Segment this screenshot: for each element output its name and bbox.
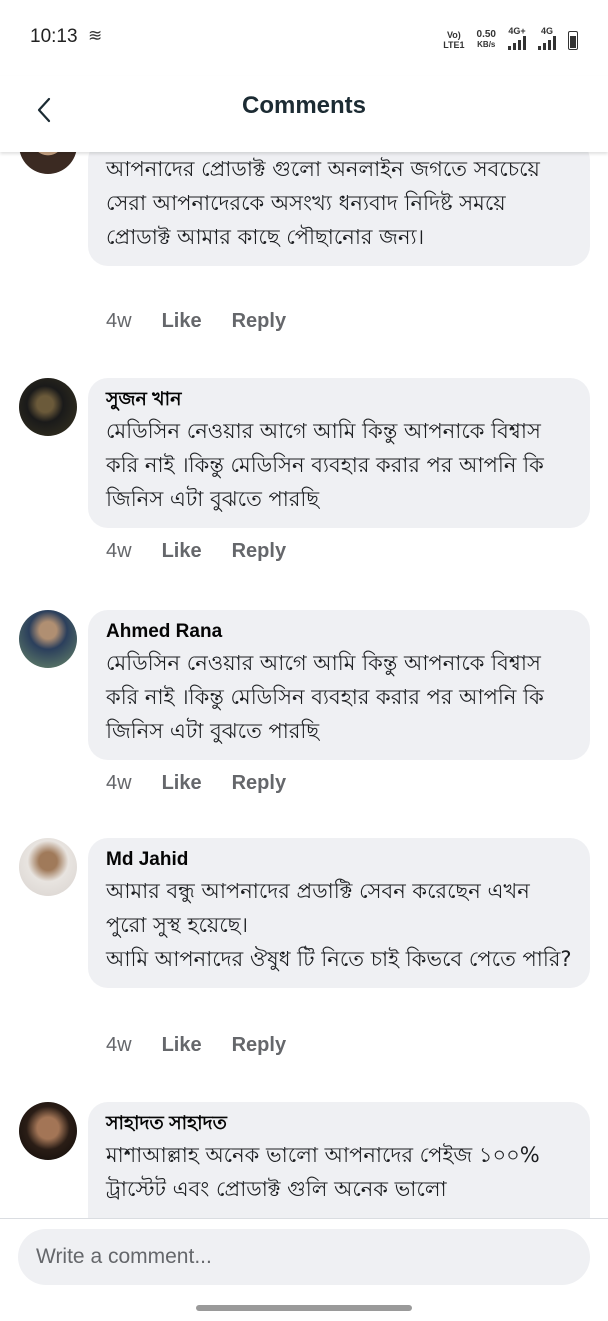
- comment-text: আমার বন্ধু আপনাদের প্রডাক্টি সেবন করেছেন…: [106, 879, 572, 971]
- comment-bubble: Md Jahid আমার বন্ধু আপনাদের প্রডাক্টি সে…: [88, 838, 590, 988]
- comment-composer: [0, 1218, 608, 1321]
- network-type-1: 4G+: [508, 26, 526, 36]
- signal-2: 4G: [538, 26, 556, 50]
- avatar[interactable]: [19, 378, 77, 436]
- avatar[interactable]: [19, 152, 77, 174]
- reply-button[interactable]: Reply: [232, 540, 286, 563]
- lte-label: LTE1: [443, 40, 465, 50]
- network-speed: 0.50 KB/s: [477, 30, 496, 50]
- comment-bubble: Ahmed Rana মেডিসিন নেওয়ার আগে আমি কিন্ত…: [88, 610, 590, 760]
- status-indicators: Vo) LTE1 0.50 KB/s 4G+ 4G: [443, 26, 578, 50]
- comment-text: মেডিসিন নেওয়ার আগে আমি কিন্তু আপনাকে বি…: [106, 419, 544, 511]
- comment-actions: 4w Like Reply: [106, 310, 286, 333]
- speed-value: 0.50: [476, 29, 496, 40]
- comment-text: আপনাদের প্রোডাক্ট গুলো অনলাইন জগতে সবচেয…: [106, 157, 540, 249]
- status-time: 10:13: [30, 26, 78, 47]
- comment-author[interactable]: Ahmed Rana: [106, 618, 572, 646]
- reply-button[interactable]: Reply: [232, 310, 286, 333]
- comment-text: মেডিসিন নেওয়ার আগে আমি কিন্তু আপনাকে বি…: [106, 651, 544, 743]
- avatar[interactable]: [19, 610, 77, 668]
- comment-actions: 4w Like Reply: [106, 1034, 286, 1057]
- comment-author[interactable]: Md Jahid: [106, 846, 572, 874]
- volte-indicator: Vo) LTE1: [443, 30, 464, 50]
- network-type-2: 4G: [540, 26, 553, 36]
- home-indicator[interactable]: [196, 1305, 412, 1311]
- comment-actions: 4w Like Reply: [106, 540, 286, 563]
- reply-button[interactable]: Reply: [232, 1034, 286, 1057]
- signal-1: 4G+: [508, 26, 526, 50]
- like-button[interactable]: Like: [162, 310, 202, 333]
- comment-text: মাশাআল্লাহ অনেক ভালো আপনাদের পেইজ ১০০% ট…: [106, 1143, 540, 1201]
- comment-author[interactable]: সাহাদত সাহাদত: [106, 1110, 572, 1138]
- status-bar: 10:13 ≋ Vo) LTE1 0.50 KB/s 4G+ 4G: [0, 0, 608, 76]
- comment-time: 4w: [106, 772, 132, 794]
- comment-time: 4w: [106, 540, 132, 562]
- comment-bubble: আপনাদের প্রোডাক্ট গুলো অনলাইন জগতে সবচেয…: [88, 152, 590, 266]
- avatar[interactable]: [19, 838, 77, 896]
- comment-bubble: সুজন খান মেডিসিন নেওয়ার আগে আমি কিন্তু …: [88, 378, 590, 528]
- speed-unit: KB/s: [477, 40, 496, 49]
- comment-author[interactable]: সুজন খান: [106, 386, 572, 414]
- comment-time: 4w: [106, 310, 132, 332]
- reply-button[interactable]: Reply: [232, 772, 286, 795]
- comment-time: 4w: [106, 1034, 132, 1056]
- signal-icon: [508, 36, 526, 50]
- page-title: Comments: [241, 92, 367, 119]
- avatar[interactable]: [19, 1102, 77, 1160]
- like-button[interactable]: Like: [162, 772, 202, 795]
- like-button[interactable]: Like: [162, 540, 202, 563]
- comment-actions: 4w Like Reply: [106, 772, 286, 795]
- volte-label: Vo): [446, 30, 461, 40]
- like-button[interactable]: Like: [162, 1034, 202, 1057]
- notification-icon: ≋: [88, 26, 103, 46]
- signal-icon: [538, 36, 556, 50]
- comments-list: আপনাদের প্রোডাক্ট গুলো অনলাইন জগতে সবচেয…: [0, 152, 608, 1218]
- comment-input[interactable]: [18, 1229, 590, 1285]
- app-header: Comments: [0, 76, 608, 152]
- comment-bubble: সাহাদত সাহাদত মাশাআল্লাহ অনেক ভালো আপনাদ…: [88, 1102, 590, 1218]
- battery-icon: [568, 31, 578, 50]
